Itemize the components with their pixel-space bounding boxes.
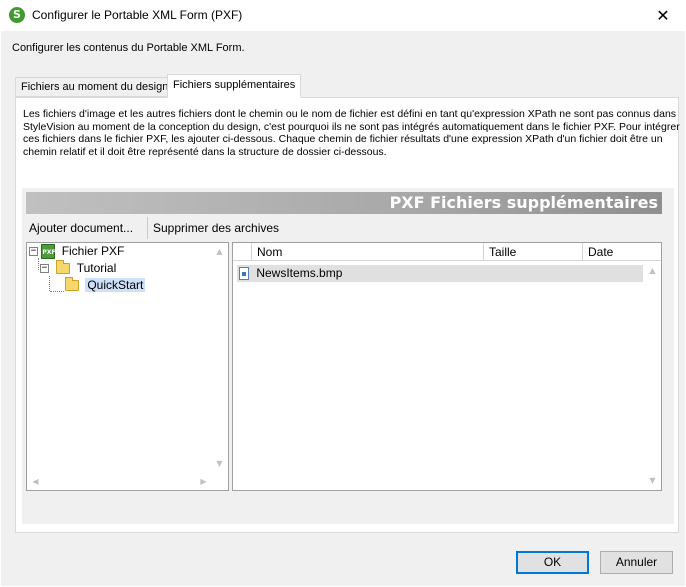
scroll-up-icon[interactable]: ▲ <box>644 264 661 278</box>
description-text: Les fichiers d'image et les autres fichi… <box>23 108 680 158</box>
remove-from-archive-button[interactable]: Supprimer des archives <box>148 217 284 239</box>
folder-tree[interactable]: − PXF Fichier PXF − Tutorial QuickStart … <box>26 242 229 491</box>
column-header-size[interactable]: Taille <box>484 243 583 261</box>
file-name: NewsItems.bmp <box>256 266 343 280</box>
cancel-button[interactable]: Annuler <box>600 551 673 574</box>
altova-app-icon: S <box>9 7 25 23</box>
file-list[interactable]: Nom Taille Date NewsItems.bmp ▲ ▼ <box>232 242 662 491</box>
column-header-date[interactable]: Date <box>583 243 661 261</box>
folder-icon <box>56 260 71 275</box>
tree-node-tutorial[interactable]: − Tutorial <box>40 260 116 277</box>
tree-node-label: Tutorial <box>76 261 117 276</box>
collapse-icon[interactable]: − <box>40 264 49 274</box>
pxf-file-icon: PXF <box>41 244 55 260</box>
scroll-down-icon[interactable]: ▼ <box>644 474 661 488</box>
dialog-subtitle: Configurer les contenus du Portable XML … <box>12 42 245 54</box>
window-title: Configurer le Portable XML Form (PXF) <box>32 8 243 22</box>
additional-files-group: PXF Fichiers supplémentaires Ajouter doc… <box>22 188 674 524</box>
column-header-blank <box>233 243 252 261</box>
tree-node-quickstart[interactable]: QuickStart <box>65 277 146 294</box>
dialog-body: Configurer les contenus du Portable XML … <box>1 31 685 586</box>
add-document-button[interactable]: Ajouter document... <box>24 217 138 239</box>
scroll-right-icon[interactable]: ▶ <box>195 475 212 489</box>
scroll-down-icon[interactable]: ▼ <box>211 457 228 471</box>
scroll-left-icon[interactable]: ◀ <box>27 475 44 489</box>
tree-connector <box>49 276 50 291</box>
tab-panel: Les fichiers d'image et les autres fichi… <box>15 97 680 533</box>
list-header: Nom Taille Date <box>233 243 661 261</box>
tree-vertical-scrollbar[interactable]: ▲ ▼ <box>211 243 228 473</box>
banner-title: PXF Fichiers supplémentaires <box>389 193 658 212</box>
tree-horizontal-scrollbar[interactable]: ◀ ▶ <box>27 473 211 490</box>
tab-design-files[interactable]: Fichiers au moment du design <box>15 77 175 97</box>
ok-button[interactable]: OK <box>516 551 589 574</box>
tree-node-label: QuickStart <box>85 278 146 293</box>
scroll-up-icon[interactable]: ▲ <box>211 245 228 259</box>
list-item[interactable]: NewsItems.bmp <box>237 265 643 282</box>
title-bar: S Configurer le Portable XML Form (PXF) … <box>0 0 686 31</box>
section-banner: PXF Fichiers supplémentaires <box>26 192 662 214</box>
tree-node-pxf-root[interactable]: − PXF Fichier PXF <box>29 243 124 260</box>
folder-icon <box>65 277 79 292</box>
tab-additional-files[interactable]: Fichiers supplémentaires <box>167 74 302 98</box>
tree-connector <box>50 291 64 292</box>
tree-node-label: Fichier PXF <box>61 244 125 259</box>
close-button[interactable]: ✕ <box>640 0 686 31</box>
list-vertical-scrollbar[interactable]: ▲ ▼ <box>644 262 661 490</box>
column-header-name[interactable]: Nom <box>252 243 484 261</box>
collapse-icon[interactable]: − <box>29 247 38 257</box>
bmp-file-icon <box>239 267 249 281</box>
